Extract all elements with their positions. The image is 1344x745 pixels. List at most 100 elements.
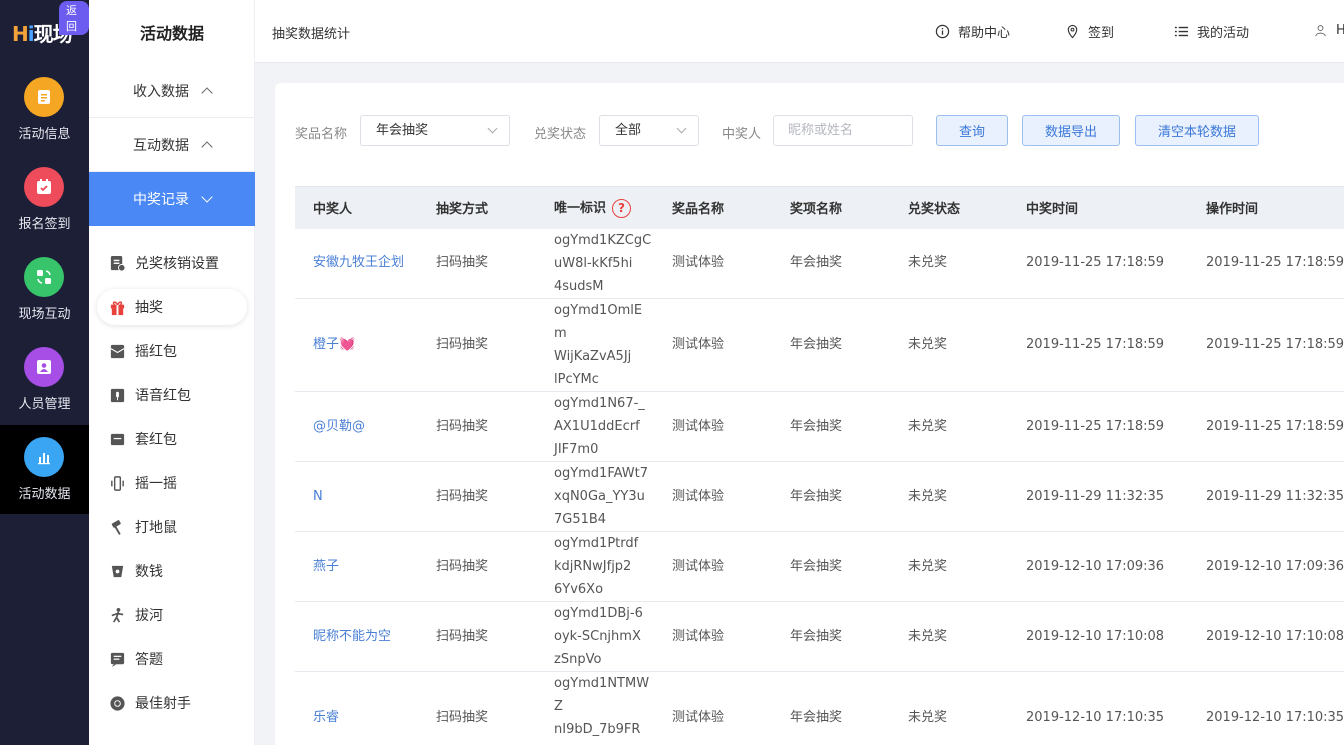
menu-item-label: 打地鼠 [135,520,177,536]
cell-winner[interactable]: 昵称不能为空 [295,601,418,672]
menu-item-label: 答题 [135,652,163,668]
hammer-icon [108,518,126,536]
rail-item-interaction[interactable]: 现场互动 [0,257,89,347]
rail-item-label: 活动信息 [18,127,71,142]
help-center-link[interactable]: 帮助中心 [934,22,1010,41]
my-events-link[interactable]: 我的活动 [1173,22,1249,41]
my-events-label: 我的活动 [1197,26,1250,41]
menu-item-whack-mole[interactable]: 打地鼠 [97,509,247,545]
group-interaction-data[interactable]: 互动数据 [89,118,255,172]
cell-uid: ogYmd1FAWt7 xqN0Ga_YY3u 7G51B4 [536,461,654,532]
menu-item-label: 最佳射手 [135,696,191,712]
status-select-value: 全部 [615,123,642,138]
menu-item-label: 套红包 [135,432,177,448]
menu-item-quiz[interactable]: 答题 [97,641,247,677]
table-row: 燕子 扫码抽奖 ogYmd1Ptrdf kdjRNwJfjp2 6Yv6Xo 测试体验 年会… [295,531,1344,602]
rail-item-people[interactable]: 人员管理 [0,347,89,437]
user-name: H [1336,22,1344,38]
cell-award: 年会抽奖 [772,531,890,602]
menu-item-count-money[interactable]: 数钱 [97,553,247,589]
cell-uid: ogYmd1Ptrdf kdjRNwJfjp2 6Yv6Xo [536,531,654,602]
menu-item-lottery[interactable]: 抽奖 [97,289,247,325]
menu-item-redeem-settings[interactable]: 兑奖核销设置 [97,245,247,281]
cell-prize: 测试体验 [654,298,772,392]
shake-phone-icon [108,474,126,492]
money-icon [108,562,126,580]
chevron-down-icon [487,123,498,134]
cell-op-time: 2019-11-25 17:18:59 [1188,391,1344,462]
status-select[interactable]: 全部 [599,115,699,146]
question-mark-icon[interactable]: ? [612,199,632,219]
cell-award: 年会抽奖 [772,298,890,392]
content-card: 奖品名称 年会抽奖 兑奖状态 全部 中奖人 查询 数据导出 清空本轮数据 中奖人… [275,83,1344,745]
cell-award: 年会抽奖 [772,461,890,532]
table-row: @贝勒@ 扫码抽奖 ogYmd1N67-_ AX1U1ddEcrf JIF7m0 测试体验… [295,391,1344,462]
clear-round-button[interactable]: 清空本轮数据 [1135,115,1259,146]
menu-item-shake[interactable]: 摇一摇 [97,465,247,501]
voice-envelope-icon [108,386,126,404]
bar-chart-icon [24,437,64,477]
group-label: 收入数据 [133,83,189,100]
prize-select[interactable]: 年会抽奖 [360,115,510,146]
checkin-link[interactable]: 签到 [1064,22,1114,41]
query-button[interactable]: 查询 [936,115,1008,146]
cell-win-time: 2019-12-10 17:09:36 [1008,531,1188,602]
group-winning-records[interactable]: 中奖记录 [89,172,255,226]
cell-status: 未兑奖 [890,601,1008,672]
menu-item-label: 摇红包 [135,344,177,360]
cell-prize: 测试体验 [654,391,772,462]
cell-status: 未兑奖 [890,461,1008,532]
cell-status: 未兑奖 [890,671,1008,745]
cell-uid: ogYmd1KZCgC uW8l-kKf5hi 4sudsM [536,228,654,299]
cell-method: 扫码抽奖 [418,461,536,532]
help-center-label: 帮助中心 [958,26,1011,41]
cell-winner[interactable]: 橙子💓 [295,298,418,392]
rail-item-signup[interactable]: 报名签到 [0,167,89,257]
rail-item-event-info[interactable]: 活动信息 [0,77,89,167]
cell-method: 扫码抽奖 [418,391,536,462]
group-income-data[interactable]: 收入数据 [89,64,255,118]
cell-status: 未兑奖 [890,531,1008,602]
table-row: 橙子💓 扫码抽奖 ogYmd1OmlEm WijKaZvA5Jj lPcYMc 测试体验年… [295,298,1344,392]
column-header: 抽奖方式 [418,186,536,229]
quiz-icon [108,650,126,668]
cell-winner[interactable]: 燕子 [295,531,418,602]
cell-winner[interactable]: 安徽九牧王企划 [295,228,418,299]
list-icon [1173,24,1189,40]
column-header-uid: 唯一标识? [536,186,654,229]
cell-winner[interactable]: @贝勒@ [295,391,418,462]
menu-item-shake-envelope[interactable]: 摇红包 [97,333,247,369]
back-button[interactable]: 返回 [59,1,89,35]
winners-table: 中奖人 抽奖方式 唯一标识? 奖品名称 奖项名称 兑奖状态 中奖时间 操作时间 … [295,186,1344,745]
cell-award: 年会抽奖 [772,391,890,462]
sub-sidebar: 活动数据 收入数据 互动数据 中奖记录 兑奖核销设置 抽奖 摇红包 语音红包 套… [89,0,255,745]
menu-item-label: 摇一摇 [135,476,177,492]
cell-win-time: 2019-11-29 11:32:35 [1008,461,1188,532]
cell-prize: 测试体验 [654,228,772,299]
gift-icon [108,298,126,316]
user-menu[interactable]: H [1312,22,1344,38]
cell-op-time: 2019-12-10 17:09:36 [1188,531,1344,602]
rail-item-label: 报名签到 [18,217,71,232]
menu-item-voice-envelope[interactable]: 语音红包 [97,377,247,413]
checklist-icon [108,254,126,272]
cell-prize: 测试体验 [654,671,772,745]
cell-uid: ogYmd1DBj-6 oyk-SCnjhmX zSnpVo [536,601,654,672]
app-rail: Hi现场 返回 活动信息 报名签到 现场互动 人员管理 活动数据 [0,0,89,745]
chevron-down-icon [201,191,213,203]
info-icon [934,24,950,40]
cell-winner[interactable]: N [295,461,418,532]
export-button[interactable]: 数据导出 [1022,115,1120,146]
menu-item-catch-envelope[interactable]: 套红包 [97,421,247,457]
winner-search-input[interactable] [773,115,913,146]
cell-win-time: 2019-12-10 17:10:35 [1008,671,1188,745]
cell-winner[interactable]: 乐睿 [295,671,418,745]
status-filter-label: 兑奖状态 [534,127,587,142]
rail-item-event-data[interactable]: 活动数据 [0,425,89,514]
user-icon [1312,22,1328,38]
cell-method: 扫码抽奖 [418,228,536,299]
menu-item-tug-of-war[interactable]: 拔河 [97,597,247,633]
menu-item-best-shooter[interactable]: 最佳射手 [97,685,247,721]
prize-filter-label: 奖品名称 [295,127,348,142]
people-icon [24,347,64,387]
